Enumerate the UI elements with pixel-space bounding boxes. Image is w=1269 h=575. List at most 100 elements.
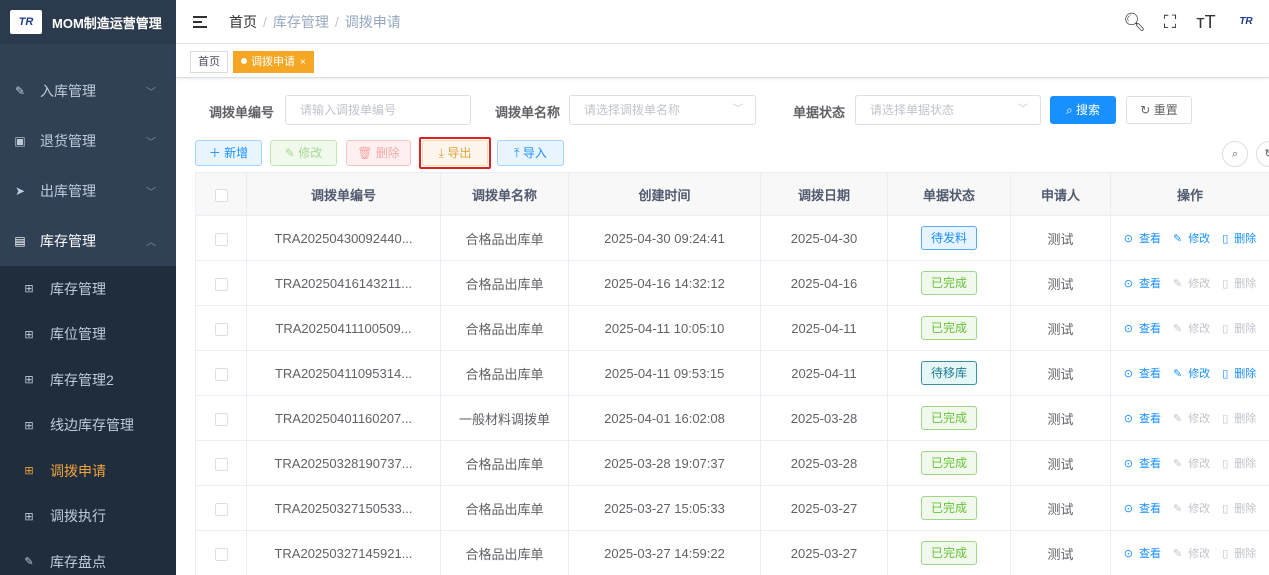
import-button[interactable]: ⤒ 导入	[497, 140, 564, 166]
status-badge: 已完成	[920, 496, 977, 520]
row-checkbox[interactable]	[214, 547, 228, 561]
view-link[interactable]: ⊙ 查看	[1121, 503, 1164, 515]
edit-link[interactable]: ✎ 修改	[1170, 323, 1213, 335]
sidebar-item-lineside[interactable]: ⊞ 线边库存管理	[0, 403, 176, 449]
grid-icon: ⊞	[24, 283, 34, 296]
toggle-search-button[interactable]: ⌕	[1222, 141, 1248, 167]
add-button[interactable]: ＋ 新增	[195, 140, 262, 166]
cell-date: 2025-04-16	[760, 260, 888, 306]
edit-link[interactable]: ✎ 修改	[1170, 503, 1213, 515]
edit-link[interactable]: ✎ 修改	[1170, 413, 1213, 425]
edit-button[interactable]: ✎ 修改	[270, 140, 337, 166]
row-checkbox[interactable]	[214, 457, 228, 471]
row-checkbox[interactable]	[214, 232, 228, 246]
cell-name: 合格品出库单	[440, 305, 569, 351]
edit-link[interactable]: ✎ 修改	[1170, 458, 1213, 470]
status-select[interactable]: 请选择单据状态 ﹀	[855, 95, 1041, 125]
row-checkbox[interactable]	[214, 322, 228, 336]
sidebar-item-stock[interactable]: ⊞ 库存管理	[0, 266, 176, 312]
eye-icon: ⊙	[1123, 368, 1133, 380]
view-link[interactable]: ⊙ 查看	[1121, 368, 1164, 380]
sidebar-item-stock2[interactable]: ⊞ 库存管理2	[0, 357, 176, 403]
row-checkbox[interactable]	[214, 277, 228, 291]
sidebar-item-inventory[interactable]: ▤ 库存管理 ︿	[0, 216, 176, 266]
cell-applicant: 测试	[1010, 395, 1111, 441]
delete-link[interactable]: ▯ 删除	[1219, 413, 1259, 425]
search-icon[interactable]: 🔍︎	[1123, 12, 1146, 33]
cell-code: TRA20250327150533...	[246, 485, 441, 531]
delete-button[interactable]: 🗑︎ 删除	[346, 140, 411, 166]
view-link[interactable]: ⊙ 查看	[1121, 233, 1164, 245]
row-select-cell	[195, 260, 247, 306]
cell-created: 2025-04-11 10:05:10	[568, 305, 761, 351]
row-checkbox[interactable]	[214, 412, 228, 426]
sidebar-item-returns[interactable]: ▣ 退货管理 ﹀	[0, 116, 176, 166]
cell-ops: ⊙ 查看 ✎ 修改 ▯ 删除	[1110, 260, 1269, 306]
view-link[interactable]: ⊙ 查看	[1121, 413, 1164, 425]
sidebar-item-outbound[interactable]: ➤ 出库管理 ﹀	[0, 166, 176, 216]
delete-label: 删除	[1234, 233, 1257, 245]
reset-button[interactable]: ↻ 重置	[1126, 96, 1192, 124]
cell-applicant: 测试	[1010, 485, 1111, 531]
column-header: 单据状态	[887, 172, 1011, 216]
monitor-icon: ▤	[14, 234, 26, 248]
code-input[interactable]: 请输入调拨单编号	[285, 95, 471, 125]
view-label: 查看	[1138, 323, 1161, 335]
delete-link[interactable]: ▯ 删除	[1219, 368, 1259, 380]
edit-link[interactable]: ✎ 修改	[1170, 278, 1213, 290]
sidebar-item-stocktake[interactable]: ✎ 库存盘点	[0, 539, 176, 575]
edit-link[interactable]: ✎ 修改	[1170, 368, 1213, 380]
row-select-cell	[195, 530, 247, 575]
eye-icon: ⊙	[1123, 503, 1133, 515]
view-link[interactable]: ⊙ 查看	[1121, 278, 1164, 290]
sidebar-item-transfer-request[interactable]: ⊞ 调拨申请	[0, 448, 176, 494]
sidebar-item-label: 调拨执行	[50, 508, 106, 525]
table-row: TRA20250327150533... 合格品出库单 2025-03-27 15:…	[195, 485, 1269, 531]
delete-link[interactable]: ▯ 删除	[1219, 458, 1259, 470]
cell-applicant: 测试	[1010, 530, 1111, 575]
sidebar-item-transfer-exec[interactable]: ⊞ 调拨执行	[0, 494, 176, 540]
name-placeholder: 请选择调拨单名称	[584, 103, 681, 117]
edit-link[interactable]: ✎ 修改	[1170, 233, 1213, 245]
row-checkbox[interactable]	[214, 367, 228, 381]
delete-label: 删除	[1234, 323, 1257, 335]
edit-icon: ✎	[284, 146, 299, 160]
delete-link[interactable]: ▯ 删除	[1219, 323, 1259, 335]
trash-icon: 🗑︎	[357, 146, 376, 160]
select-all-checkbox[interactable]	[214, 188, 228, 202]
name-select[interactable]: 请选择调拨单名称 ﹀	[569, 95, 756, 125]
search-button[interactable]: ⌕ 搜索	[1050, 96, 1116, 124]
edit-label: 修改	[1188, 503, 1211, 515]
close-icon[interactable]: ×	[300, 57, 306, 68]
delete-link[interactable]: ▯ 删除	[1219, 233, 1259, 245]
row-select-cell	[195, 440, 247, 486]
status-badge: 待移库	[920, 361, 977, 385]
tag-home[interactable]: 首页	[190, 51, 228, 73]
user-logo[interactable]: TR	[1231, 17, 1261, 27]
table-row: TRA20250401160207... 一般材料调拨单 2025-04-01 16…	[195, 395, 1269, 441]
edit-label: 修改	[1188, 413, 1211, 425]
delete-link[interactable]: ▯ 删除	[1219, 503, 1259, 515]
row-checkbox[interactable]	[214, 502, 228, 516]
hamburger-icon[interactable]	[193, 15, 207, 28]
sidebar-item-location[interactable]: ⊞ 库位管理	[0, 312, 176, 358]
refresh-button[interactable]: ↻	[1256, 141, 1269, 167]
view-link[interactable]: ⊙ 查看	[1121, 548, 1164, 560]
delete-link[interactable]: ▯ 删除	[1219, 278, 1259, 290]
cell-status: 已完成	[887, 260, 1011, 306]
eye-icon: ⊙	[1123, 548, 1133, 560]
breadcrumb: 首页 / 库存管理 / 调拨申请	[229, 12, 401, 32]
cell-applicant: 测试	[1010, 350, 1111, 396]
sidebar-item-inbound[interactable]: ✎ 入库管理 ﹀	[0, 66, 176, 116]
breadcrumb-home[interactable]: 首页	[229, 12, 257, 32]
edit-link[interactable]: ✎ 修改	[1170, 548, 1213, 560]
font-size-icon[interactable]: ᴛT	[1195, 12, 1217, 33]
fullscreen-icon[interactable]: ⛶	[1159, 12, 1181, 33]
delete-label: 删除	[1234, 548, 1257, 560]
view-link[interactable]: ⊙ 查看	[1121, 323, 1164, 335]
tag-transfer-request[interactable]: 调拨申请 ×	[233, 51, 314, 73]
delete-link[interactable]: ▯ 删除	[1219, 548, 1259, 560]
column-header: 调拨单名称	[440, 172, 569, 216]
view-link[interactable]: ⊙ 查看	[1121, 458, 1164, 470]
column-header: 创建时间	[568, 172, 761, 216]
